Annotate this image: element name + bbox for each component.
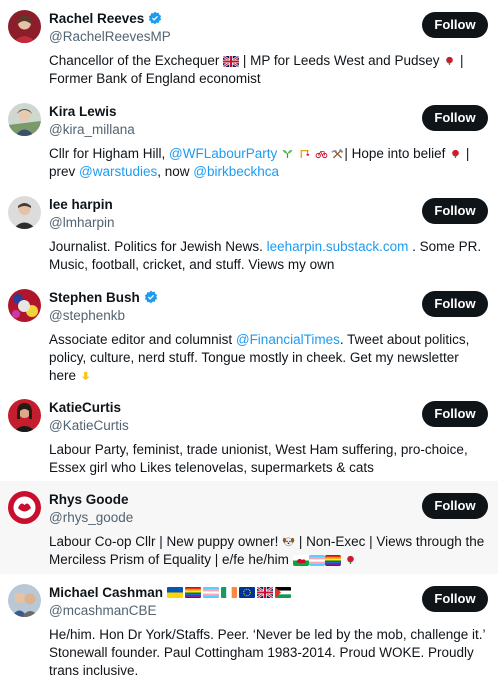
- user-bio: Chancellor of the Exchequer | MP for Lee…: [49, 53, 464, 86]
- bio-link[interactable]: leeharpin.substack.com: [267, 239, 409, 254]
- uk-flag-icon: [223, 56, 240, 67]
- verified-badge-icon: [149, 11, 162, 25]
- bicycle-icon: [315, 151, 327, 159]
- bio-link[interactable]: @birkbeckhca: [193, 164, 279, 179]
- seedling-icon: [282, 149, 293, 158]
- verified-badge-icon: [144, 290, 157, 304]
- display-name[interactable]: Rhys Goode: [49, 492, 129, 507]
- display-name[interactable]: KatieCurtis: [49, 400, 121, 415]
- bio-link[interactable]: @warstudies: [79, 164, 157, 179]
- follow-button[interactable]: Follow: [422, 105, 488, 131]
- ireland-flag-icon: [221, 586, 238, 598]
- user-handle[interactable]: @KatieCurtis: [49, 417, 486, 435]
- display-name[interactable]: Kira Lewis: [49, 104, 117, 119]
- user-handle[interactable]: @mcashmanCBE: [49, 602, 486, 620]
- user-cell[interactable]: Kira Lewis @kira_millana Cllr for Higham…: [0, 93, 498, 186]
- trans-flag-icon: [203, 586, 220, 598]
- follow-button[interactable]: Follow: [422, 586, 488, 612]
- name-flag-emojis: [167, 586, 292, 598]
- ukraine-flag-icon: [167, 586, 184, 598]
- user-bio: Labour Co-op Cllr | New puppy owner! | N…: [49, 534, 485, 567]
- point-down-icon: [81, 371, 90, 380]
- display-name[interactable]: lee harpin: [49, 197, 113, 212]
- bio-link[interactable]: @WFLabourParty: [169, 146, 277, 161]
- rose-icon: [452, 149, 459, 158]
- display-name[interactable]: Michael Cashman: [49, 585, 163, 600]
- user-cell[interactable]: Michael Cashman @mcashmanCBE He/him. Hon…: [0, 574, 498, 680]
- rainbow-flag-icon: [185, 586, 202, 598]
- rose-icon: [347, 555, 355, 564]
- avatar[interactable]: [8, 10, 41, 43]
- avatar[interactable]: [8, 196, 41, 229]
- follow-button[interactable]: Follow: [422, 12, 488, 38]
- avatar[interactable]: [8, 584, 41, 617]
- user-bio: He/him. Hon Dr York/Staffs. Peer. ‘Never…: [49, 627, 485, 678]
- crane-icon: [300, 150, 309, 158]
- user-cell[interactable]: Rhys Goode @rhys_goode Labour Co-op Cllr…: [0, 481, 498, 574]
- user-cell[interactable]: Stephen Bush @stephenkb Associate editor…: [0, 279, 498, 389]
- user-handle[interactable]: @stephenkb: [49, 307, 486, 325]
- avatar[interactable]: [8, 289, 41, 322]
- user-bio: Associate editor and columnist @Financia…: [49, 332, 470, 383]
- who-to-follow-list: Rachel Reeves @RachelReevesMP Chancellor…: [0, 0, 498, 680]
- user-bio: Labour Party, feminist, trade unionist, …: [49, 442, 468, 475]
- user-bio: Journalist. Politics for Jewish News. le…: [49, 239, 482, 272]
- rainbow-flag-icon: [324, 555, 341, 566]
- user-cell[interactable]: Rachel Reeves @RachelReevesMP Chancellor…: [0, 0, 498, 93]
- dog-icon: [282, 537, 295, 547]
- user-cell[interactable]: KatieCurtis @KatieCurtis Labour Party, f…: [0, 389, 498, 481]
- user-cell[interactable]: lee harpin @lmharpin Journalist. Politic…: [0, 186, 498, 279]
- avatar[interactable]: [8, 103, 41, 136]
- user-handle[interactable]: @rhys_goode: [49, 509, 486, 527]
- wales-flag-icon: [292, 555, 309, 566]
- uk-flag-icon: [257, 586, 274, 598]
- follow-button[interactable]: Follow: [422, 493, 488, 519]
- user-handle[interactable]: @kira_millana: [49, 121, 486, 139]
- follow-button[interactable]: Follow: [422, 401, 488, 427]
- avatar[interactable]: [8, 399, 41, 432]
- rose-icon: [446, 56, 453, 65]
- avatar[interactable]: [8, 491, 41, 524]
- user-handle[interactable]: @RachelReevesMP: [49, 28, 486, 46]
- follow-button[interactable]: Follow: [422, 291, 488, 317]
- bio-link[interactable]: @FinancialTimes: [236, 332, 340, 347]
- eu-flag-icon: [239, 586, 256, 598]
- palestine-flag-icon: [275, 586, 292, 598]
- user-bio: Cllr for Higham Hill, @WFLabourParty | H…: [49, 146, 470, 179]
- display-name[interactable]: Rachel Reeves: [49, 11, 144, 26]
- trans-flag-icon: [308, 555, 325, 566]
- user-handle[interactable]: @lmharpin: [49, 214, 486, 232]
- hammer-pick-icon: [331, 148, 344, 159]
- follow-button[interactable]: Follow: [422, 198, 488, 224]
- display-name[interactable]: Stephen Bush: [49, 290, 140, 305]
